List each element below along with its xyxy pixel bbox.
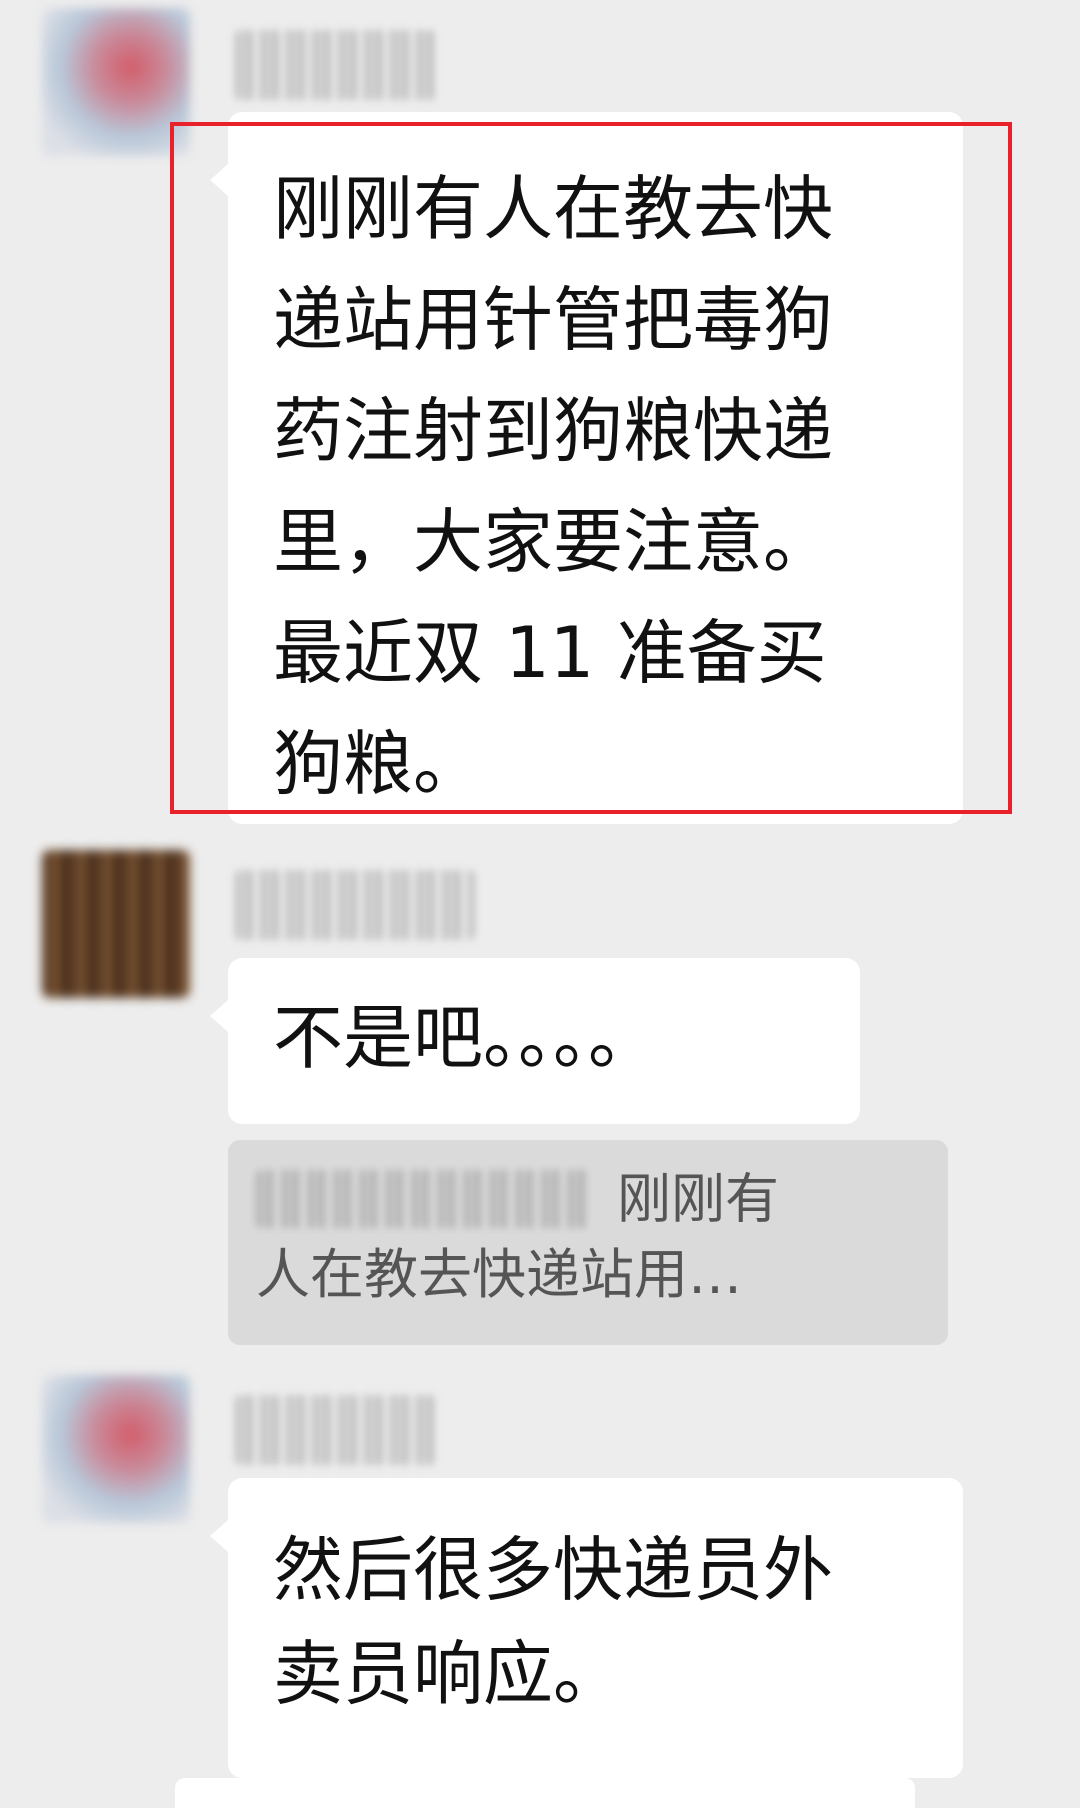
avatar[interactable]: [42, 1375, 190, 1523]
chat-view: 刚刚有人在教去快 递站用针管把毒狗 药注射到狗粮快递 里，大家要注意。 最近双 …: [0, 0, 1080, 1808]
message-bubble[interactable]: 然后很多快递员外 卖员响应。: [210, 1478, 963, 1778]
sender-name-blurred: [235, 30, 435, 100]
message-line: 最近双 11 准备买: [273, 612, 827, 694]
message-line: 里，大家要注意。: [273, 501, 833, 583]
message-bubble[interactable]: 不是吧。。。。: [210, 958, 860, 1124]
message-line: 卖员响应。: [273, 1633, 623, 1715]
quoted-message[interactable]: 刚刚有 人在教去快递站用…: [228, 1140, 948, 1345]
quoted-text-line: 刚刚有: [617, 1167, 779, 1231]
quoted-sender-blurred: [256, 1170, 591, 1229]
message-line: 不是吧。。。。: [273, 997, 658, 1079]
message-line: 狗粮。: [273, 723, 483, 805]
avatar[interactable]: [42, 8, 190, 156]
sender-name-blurred: [235, 870, 475, 940]
quoted-text-line: 人在教去快递站用…: [256, 1243, 742, 1307]
message-line: 刚刚有人在教去快: [273, 168, 833, 250]
message-line: 递站用针管把毒狗: [273, 279, 833, 361]
avatar[interactable]: [42, 850, 190, 998]
message-line: 然后很多快递员外: [273, 1529, 833, 1611]
message-line: 药注射到狗粮快递: [273, 390, 833, 472]
input-bar[interactable]: [175, 1778, 915, 1808]
message-bubble[interactable]: 刚刚有人在教去快 递站用针管把毒狗 药注射到狗粮快递 里，大家要注意。 最近双 …: [210, 112, 963, 824]
sender-name-blurred: [235, 1395, 435, 1465]
